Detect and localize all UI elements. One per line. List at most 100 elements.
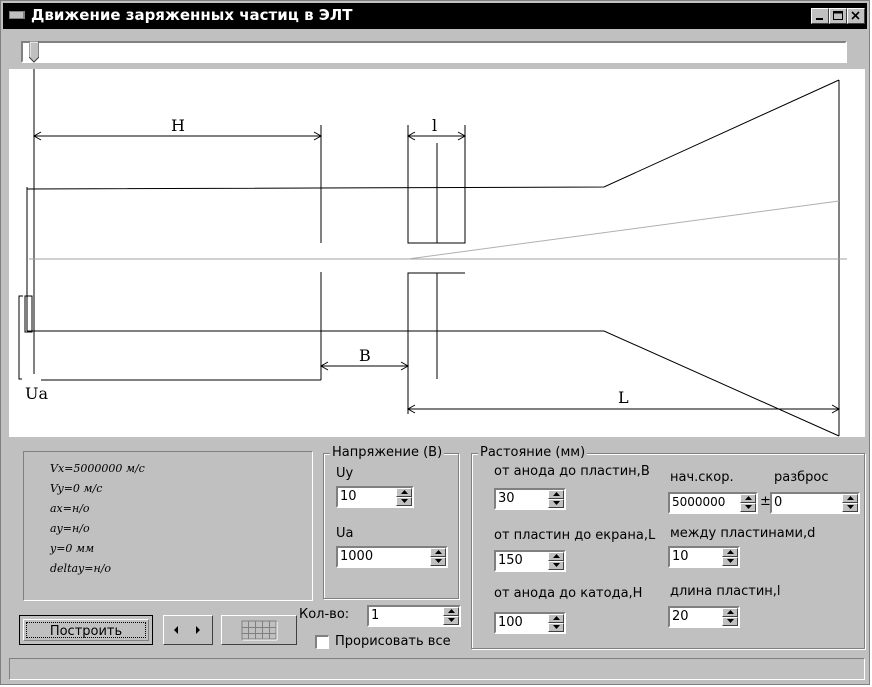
plate-length-value: 20 xyxy=(672,609,689,624)
arrow-down-icon xyxy=(727,619,734,623)
anode-plates-up-button[interactable] xyxy=(548,490,564,499)
arrow-down-icon xyxy=(745,505,752,509)
count-label: Кол-во: xyxy=(299,607,350,622)
label-L: L xyxy=(618,388,629,407)
arrow-down-icon xyxy=(847,505,854,509)
arrow-up-icon xyxy=(553,554,560,558)
crt-diagram-canvas: H l B L Ua xyxy=(9,69,865,437)
arrow-up-icon xyxy=(448,609,455,613)
minimize-button[interactable] xyxy=(811,8,829,24)
speed-down-button[interactable] xyxy=(740,503,756,512)
anode-cathode-value: 100 xyxy=(498,615,523,630)
info-y: y=0 мм xyxy=(50,542,95,555)
draw-all-label: Прорисовать все xyxy=(335,634,451,649)
cathode-element xyxy=(24,295,33,333)
spread-down-button[interactable] xyxy=(842,503,858,512)
spread-label: разброс xyxy=(774,470,829,485)
anode-plates-spinner[interactable]: 30 xyxy=(494,488,566,510)
plates-screen-up-button[interactable] xyxy=(548,552,564,561)
plates-screen-spinner[interactable]: 150 xyxy=(494,550,566,572)
speed-spinner[interactable]: 5000000 xyxy=(668,492,758,514)
build-button[interactable]: Построить xyxy=(19,615,153,645)
voltage-group: Напряжение (В) Uy 10 Ua 1000 xyxy=(323,445,459,599)
arrow-down-icon xyxy=(727,559,734,563)
arrow-down-icon xyxy=(448,618,455,622)
arrow-up-icon xyxy=(553,492,560,496)
spread-up-button[interactable] xyxy=(842,494,858,503)
main-window: Движение заряженных частиц в ЭЛТ H l B L… xyxy=(0,0,870,685)
arrow-down-icon xyxy=(401,499,408,503)
anode-plates-value: 30 xyxy=(498,491,515,506)
build-button-label: Построить xyxy=(49,624,123,639)
distance-group: Растояние (мм) от анода до пластин,B 30 … xyxy=(471,445,865,649)
uy-spinner[interactable]: 10 xyxy=(336,486,414,508)
beam-trajectory xyxy=(407,200,840,260)
info-deltay: deltay=н/о xyxy=(50,562,112,575)
ua-value: 1000 xyxy=(340,549,374,564)
anode-plates-down-button[interactable] xyxy=(548,499,564,508)
uy-down-button[interactable] xyxy=(396,497,412,506)
count-value: 1 xyxy=(371,608,380,623)
distance-group-title: Растояние (мм) xyxy=(478,445,588,460)
draw-all-checkbox[interactable] xyxy=(315,635,329,649)
arrow-up-icon xyxy=(727,550,734,554)
arrow-up-icon xyxy=(401,490,408,494)
tube-lower-wall xyxy=(27,330,840,437)
step-right-button[interactable] xyxy=(188,623,206,637)
minimize-icon xyxy=(816,18,823,20)
label-b: B xyxy=(359,346,371,365)
slider-thumb[interactable] xyxy=(29,41,39,63)
arrow-up-icon xyxy=(847,496,854,500)
anode-cathode-label: от анода до катода,H xyxy=(494,586,643,601)
anode-plates-label: от анода до пластин,B xyxy=(494,464,650,479)
speed-value: 5000000 xyxy=(672,495,726,509)
arrow-up-icon xyxy=(435,550,442,554)
between-plates-down-button[interactable] xyxy=(722,557,738,566)
count-up-button[interactable] xyxy=(443,607,459,616)
speed-up-button[interactable] xyxy=(740,494,756,503)
app-icon[interactable] xyxy=(9,9,25,21)
ua-bracket xyxy=(18,295,23,380)
position-slider[interactable] xyxy=(21,41,847,63)
spread-spinner[interactable]: 0 xyxy=(770,492,860,514)
arrow-down-icon xyxy=(553,625,560,629)
ua-down-button[interactable] xyxy=(430,557,446,566)
ua-spinner[interactable]: 1000 xyxy=(336,546,448,568)
plates-screen-down-button[interactable] xyxy=(548,561,564,570)
title-bar: Движение заряженных частиц в ЭЛТ xyxy=(3,3,867,29)
count-spinner[interactable]: 1 xyxy=(367,605,461,627)
count-down-button[interactable] xyxy=(443,616,459,625)
close-icon xyxy=(851,11,860,20)
between-plates-spinner[interactable]: 10 xyxy=(668,546,740,568)
plate-length-down-button[interactable] xyxy=(722,617,738,626)
between-plates-label: между пластинами,d xyxy=(670,526,816,541)
between-plates-up-button[interactable] xyxy=(722,548,738,557)
step-left-button[interactable] xyxy=(168,623,186,637)
anode-cathode-up-button[interactable] xyxy=(548,614,564,623)
info-ay: ay=н/о xyxy=(50,522,90,535)
anode-cathode-spinner[interactable]: 100 xyxy=(494,612,566,634)
plates-screen-value: 150 xyxy=(498,553,523,568)
maximize-icon xyxy=(833,11,843,20)
plate-length-label: длина пластин,l xyxy=(670,584,781,599)
grid-icon xyxy=(241,620,278,641)
plates-screen-label: от пластин до екрана,L xyxy=(494,528,656,543)
speed-label: нач.скор. xyxy=(670,470,734,485)
uy-up-button[interactable] xyxy=(396,488,412,497)
arrow-right-icon xyxy=(196,626,200,634)
info-panel: Vx=5000000 м/с Vy=0 м/с ax=н/о ay=н/о y=… xyxy=(23,451,313,601)
plate-length-spinner[interactable]: 20 xyxy=(668,606,740,628)
crt-diagram: H l B L Ua xyxy=(18,69,847,437)
arrow-up-icon xyxy=(745,496,752,500)
maximize-button[interactable] xyxy=(829,8,847,24)
close-button[interactable] xyxy=(847,8,865,24)
plate-length-up-button[interactable] xyxy=(722,608,738,617)
label-l: l xyxy=(432,116,437,135)
grid-button[interactable] xyxy=(221,615,297,645)
spread-value: 0 xyxy=(774,495,783,510)
voltage-group-title: Напряжение (В) xyxy=(330,445,445,460)
arrow-left-icon xyxy=(174,626,178,634)
anode-cathode-down-button[interactable] xyxy=(548,623,564,632)
ua-up-button[interactable] xyxy=(430,548,446,557)
step-arrows xyxy=(163,615,213,645)
